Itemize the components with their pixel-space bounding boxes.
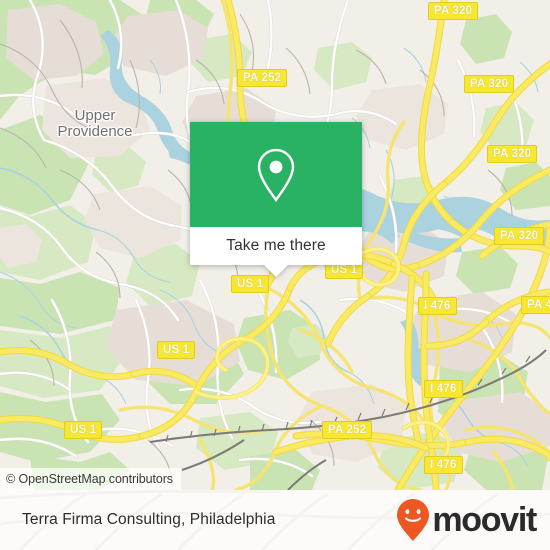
footer-bar: Terra Firma Consulting, Philadelphia moo… [0,490,550,550]
moovit-smiley-pin-icon [397,499,430,541]
location-title: Terra Firma Consulting, Philadelphia [22,490,275,550]
place-label-line-2: Providence [57,122,133,140]
road-shield-i-476-1[interactable]: I 476 [418,297,457,315]
moovit-wordmark: moovit [432,501,537,539]
road-shield-i-476-3[interactable]: I 476 [424,456,463,474]
place-label-upper-providence: Upper Providence [40,108,150,140]
road-shield-pa-252-1[interactable]: PA 252 [237,69,288,87]
take-me-there-button[interactable]: Take me there [190,227,362,265]
popup-pointer-tail [264,265,288,277]
road-shield-i-476-2[interactable]: I 476 [424,380,463,398]
map-attribution[interactable]: © OpenStreetMap contributors [0,468,181,490]
location-title-text: Terra Firma Consulting, Philadelphia [22,511,276,528]
location-popup[interactable]: Take me there [190,122,362,277]
road-shield-pa-320-3[interactable]: PA 320 [487,145,538,163]
take-me-there-label: Take me there [226,237,326,254]
road-shield-us-1-1[interactable]: US 1 [231,275,270,293]
road-shield-pa-4[interactable]: PA 4 [521,296,550,314]
map-screenshot: .wtr { fill:#aad3df; } .wln { fill:none;… [0,0,550,550]
popup-header [190,122,362,227]
moovit-logo[interactable]: moovit [396,490,537,550]
road-shield-us-1-4[interactable]: US 1 [64,421,103,439]
road-shield-pa-320-4[interactable]: PA 320 [494,227,545,245]
attribution-text: © OpenStreetMap contributors [6,472,173,486]
road-shield-us-1-3[interactable]: US 1 [157,341,196,359]
place-label-line-1: Upper [74,107,116,124]
road-shield-pa-320-1[interactable]: PA 320 [428,2,479,20]
map-pin-icon [257,148,295,202]
road-shield-pa-252-2[interactable]: PA 252 [322,421,373,439]
map-canvas[interactable]: .wtr { fill:#aad3df; } .wln { fill:none;… [0,0,550,490]
road-shield-pa-320-2[interactable]: PA 320 [464,75,515,93]
